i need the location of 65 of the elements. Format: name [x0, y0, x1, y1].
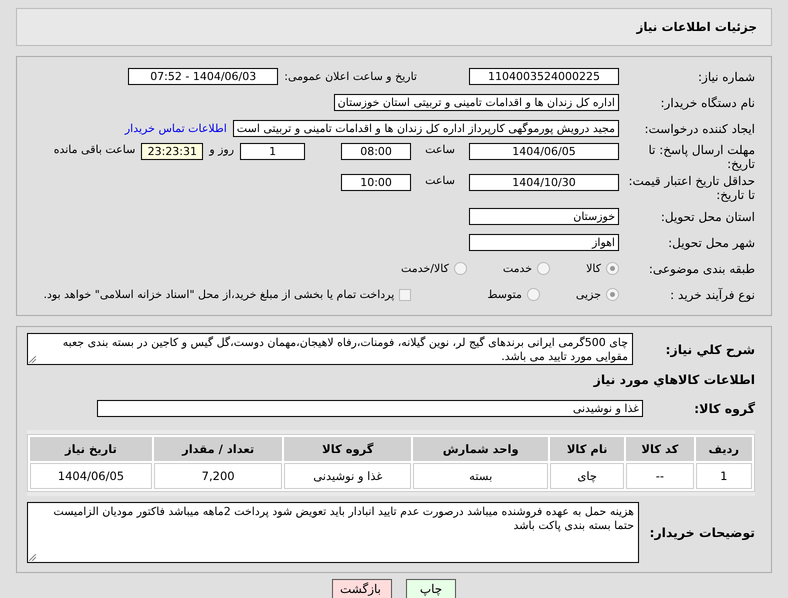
field-label: طبقه بندی موضوعی: — [648, 262, 755, 276]
resize-grip-icon[interactable] — [29, 554, 36, 561]
field-label: گروه کالا: — [693, 402, 755, 416]
back-button[interactable]: بازگشت — [332, 579, 392, 598]
page-title: جزئیات اطلاعات نیاز — [636, 20, 757, 34]
province-field[interactable]: خوزستان — [469, 208, 619, 225]
table-cell: چای — [550, 463, 624, 489]
deadline-date-field[interactable]: 1404/06/05 — [469, 143, 619, 160]
table-cell: بسته — [413, 463, 548, 489]
radio-button[interactable] — [454, 262, 467, 275]
field-label: شهر محل تحویل: — [667, 236, 755, 250]
table-cell: -- — [626, 463, 694, 489]
column-header: تعداد / مقدار — [154, 437, 282, 461]
column-header: کد کالا — [626, 437, 694, 461]
radio-button[interactable] — [537, 262, 550, 275]
table-cell: 7,200 — [154, 463, 282, 489]
radio-button[interactable] — [606, 288, 619, 301]
validity-date-field[interactable]: 1404/10/30 — [469, 174, 619, 191]
column-header: واحد شمارش — [413, 437, 548, 461]
option-label: کالا — [586, 262, 601, 275]
column-header: ردیف — [696, 437, 752, 461]
table-cell: 1404/06/05 — [30, 463, 152, 489]
days-field[interactable]: 1 — [240, 143, 306, 160]
description-field[interactable]: چای 500گرمی ایرانی برندهای گیج لر، نوین گیلانه، فومنات،رفاه لاهیجان،مهمان دوست،گل گیس و کاجین در بسته بندی جعبه مقوایی مورد تایید می باشد. — [27, 333, 633, 365]
announce-date-field[interactable]: 1404/06/03 - 07:52 — [128, 68, 278, 85]
time-label: ساعت — [425, 174, 455, 187]
option-label: جزیی — [576, 288, 601, 301]
option-label: متوسط — [487, 288, 522, 301]
field-label: توضیحات خریدار: — [648, 526, 755, 540]
field-label: شرح كلي نياز: — [664, 341, 755, 357]
need-number-field[interactable]: 1104003524000225 — [469, 68, 619, 85]
city-field[interactable]: اهواز — [469, 234, 619, 251]
print-button[interactable]: چاپ — [406, 579, 456, 598]
goods-group-field[interactable]: غذا و نوشیدنی — [97, 400, 643, 417]
table-cell: 1 — [696, 463, 752, 489]
option-label: خدمت — [502, 262, 532, 275]
checkbox[interactable] — [399, 288, 412, 300]
remaining-time-field[interactable]: 23:23:31 — [141, 143, 204, 160]
field-label: استان محل تحویل: — [660, 210, 755, 224]
field-label: شماره نیاز: — [697, 70, 755, 84]
field-label: مهلت ارسال پاسخ: تا تاریخ: — [647, 143, 755, 171]
buyer-notes-field[interactable]: هزینه حمل به عهده فروشنده میباشد درصورت عدم تایید انبادار باید تعویض شود پرداخت 2ماهه میباشد فاکتور مودیان الزامیست حتما بسته بندی پاکت باشد — [27, 502, 639, 563]
field-label: نوع فرآیند خرید : — [669, 288, 755, 302]
time-label: ساعت — [425, 143, 455, 156]
buyer-org-field[interactable]: اداره کل زندان ها و اقدامات تامینی و تربیتی استان خوزستان — [334, 94, 619, 111]
radio-button[interactable] — [606, 262, 619, 275]
days-label: روز و — [209, 143, 234, 156]
requester-field[interactable]: مجید درویش پورموگهی کارپرداز اداره کل زندان ها و اقدامات تامینی و تربیتی است — [232, 120, 619, 137]
option-label: کالا/خدمت — [401, 262, 449, 275]
resize-grip-icon[interactable] — [29, 356, 36, 363]
validity-time-field[interactable]: 10:00 — [341, 174, 412, 191]
column-header: گروه کالا — [284, 437, 412, 461]
deadline-time-field[interactable]: 08:00 — [341, 143, 412, 160]
checkbox-label: پرداخت تمام یا بخشی از مبلغ خرید،از محل "اسناد خزانه اسلامی" خواهد بود. — [44, 288, 394, 301]
buyer-contact-link[interactable]: اطلاعات تماس خریدار — [124, 122, 227, 135]
field-label: حداقل تاریخ اعتبار قیمت: تا تاریخ: — [627, 174, 755, 202]
field-label: نام دستگاه خریدار: — [660, 96, 755, 110]
column-header: نام کالا — [550, 437, 624, 461]
field-label: ایجاد کننده درخواست: — [643, 122, 755, 136]
section-title: اطلاعات كالاهاي مورد نياز — [594, 372, 755, 387]
field-label: تاریخ و ساعت اعلان عمومی: — [284, 70, 417, 83]
radio-button[interactable] — [526, 288, 540, 301]
table-cell: غذا و نوشیدنی — [284, 463, 412, 489]
remaining-label: ساعت باقی مانده — [54, 143, 136, 156]
column-header: تاریخ نیاز — [30, 437, 152, 461]
